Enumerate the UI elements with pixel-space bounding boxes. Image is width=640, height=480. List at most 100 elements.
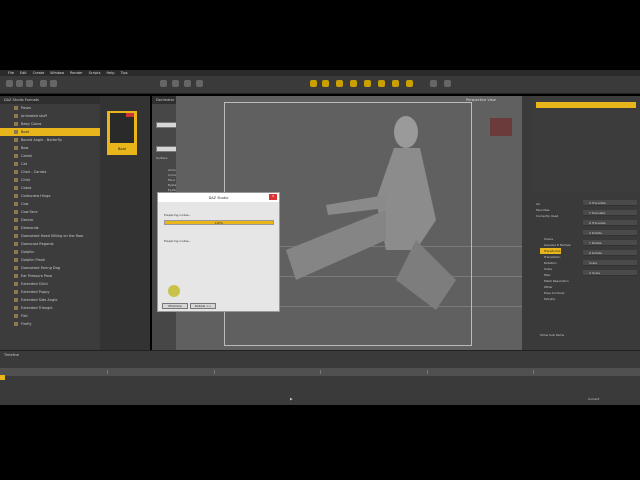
folder-icon bbox=[14, 314, 18, 318]
scale-tool-icon[interactable] bbox=[196, 80, 203, 87]
select-tool-icon[interactable] bbox=[160, 80, 167, 87]
menu-help[interactable]: Help bbox=[107, 71, 115, 75]
library-title: DAZ Studio Formats bbox=[0, 96, 100, 104]
folder-icon bbox=[14, 170, 18, 174]
library-item-label: Downcast Regards bbox=[21, 242, 54, 246]
spot-render-icon[interactable] bbox=[350, 80, 357, 87]
scene-tree-item[interactable]: Morphs bbox=[540, 296, 555, 302]
folder-icon bbox=[14, 274, 18, 278]
rotate-tool-icon[interactable] bbox=[184, 80, 191, 87]
folder-icon bbox=[14, 282, 18, 286]
new-badge bbox=[126, 113, 134, 117]
joint-tool-icon[interactable] bbox=[322, 80, 329, 87]
library-item[interactable]: Camel bbox=[0, 152, 100, 160]
folder-icon bbox=[14, 202, 18, 206]
property-label: Y Rotate bbox=[589, 240, 602, 245]
library-item[interactable]: Cow bbox=[0, 200, 100, 208]
menu-create[interactable]: Create bbox=[33, 71, 45, 75]
library-item[interactable]: Chair - Carrots bbox=[0, 168, 100, 176]
folder-icon bbox=[14, 138, 18, 142]
library-item[interactable]: Child bbox=[0, 176, 100, 184]
library-item[interactable]: Corkscrew Hinge bbox=[0, 192, 100, 200]
minimize-button[interactable]: Minimize bbox=[162, 303, 188, 309]
library-item[interactable]: Diamonds bbox=[0, 224, 100, 232]
save-icon[interactable] bbox=[26, 80, 33, 87]
library-item-label: Dancer bbox=[21, 218, 34, 222]
library-item[interactable]: Bow bbox=[0, 144, 100, 152]
library-item[interactable]: Extended Child bbox=[0, 280, 100, 288]
close-icon[interactable]: ✕ bbox=[269, 194, 277, 200]
menu-render[interactable]: Render bbox=[70, 71, 82, 75]
details-button[interactable]: Details >> bbox=[190, 303, 216, 309]
library-item[interactable]: Extended Puppy bbox=[0, 288, 100, 296]
timeline-panel: Timeline ▶ Current bbox=[0, 350, 640, 405]
property-slider[interactable]: Scale bbox=[583, 260, 637, 266]
render-icon[interactable] bbox=[336, 80, 343, 87]
library-item[interactable]: Downward Facing Dog bbox=[0, 264, 100, 272]
camera-icon[interactable] bbox=[364, 80, 371, 87]
dialog-titlebar: DAZ Studio ✕ bbox=[158, 193, 279, 202]
content-thumbnail[interactable]: Boat bbox=[107, 111, 137, 155]
progress-fill: 100% bbox=[165, 221, 273, 225]
move-tool-icon[interactable] bbox=[172, 80, 179, 87]
library-item[interactable]: Fish bbox=[0, 312, 100, 320]
menu-window[interactable]: Window bbox=[50, 71, 64, 75]
folder-icon bbox=[14, 306, 18, 310]
thumbnail-image bbox=[110, 113, 134, 143]
figure-model[interactable] bbox=[266, 110, 466, 320]
surface-header: Surface bbox=[156, 156, 168, 160]
library-item[interactable]: Cobra bbox=[0, 184, 100, 192]
library-item[interactable]: Dolphin bbox=[0, 248, 100, 256]
library-item-label: Extended Triangle bbox=[21, 306, 53, 310]
surface-icon[interactable] bbox=[444, 80, 451, 87]
library-item[interactable]: Bound Angle - Butterfly bbox=[0, 136, 100, 144]
library-item[interactable]: Poses bbox=[0, 104, 100, 112]
library-item[interactable]: Downward Head Sitting on the floor bbox=[0, 232, 100, 240]
property-slider[interactable]: X Translate bbox=[583, 200, 637, 206]
new-scene-icon[interactable] bbox=[6, 80, 13, 87]
playback-controls[interactable]: ▶ bbox=[290, 397, 293, 401]
property-slider[interactable]: X Rotate bbox=[583, 230, 637, 236]
property-slider[interactable]: Z Rotate bbox=[583, 250, 637, 256]
node-icon[interactable] bbox=[430, 80, 437, 87]
library-item[interactable]: Extended Triangle bbox=[0, 304, 100, 312]
library-item[interactable]: Downcast Regards bbox=[0, 240, 100, 248]
content-pane: Boat bbox=[100, 96, 150, 350]
scene-selected-row[interactable] bbox=[536, 102, 636, 108]
property-slider[interactable]: Y Translate bbox=[583, 210, 637, 216]
library-item[interactable]: Dolphin Plank bbox=[0, 256, 100, 264]
pose-tool-icon[interactable] bbox=[310, 80, 317, 87]
view-cube[interactable] bbox=[490, 118, 512, 136]
menu-scripts[interactable]: Scripts bbox=[89, 71, 101, 75]
property-slider[interactable]: Y Rotate bbox=[583, 240, 637, 246]
library-item-label: Ear Pressure Pose bbox=[21, 274, 53, 278]
library-item[interactable]: Cow Face bbox=[0, 208, 100, 216]
timeline-track[interactable] bbox=[0, 368, 640, 376]
undo-icon[interactable] bbox=[40, 80, 47, 87]
library-item[interactable]: Animated stuff bbox=[0, 112, 100, 120]
library-item[interactable]: Extended Side Angle bbox=[0, 296, 100, 304]
property-label: Scale bbox=[589, 260, 598, 265]
library-item[interactable]: Baby Cobra bbox=[0, 120, 100, 128]
menu-tips[interactable]: Tips bbox=[121, 71, 128, 75]
folder-icon bbox=[14, 162, 18, 166]
redo-icon[interactable] bbox=[50, 80, 57, 87]
property-slider[interactable]: X Scale bbox=[583, 270, 637, 276]
library-item[interactable]: Ear Pressure Pose bbox=[0, 272, 100, 280]
library-item[interactable]: Firefly bbox=[0, 320, 100, 328]
property-slider[interactable]: Z Translate bbox=[583, 220, 637, 226]
library-item[interactable]: Cat bbox=[0, 160, 100, 168]
playhead[interactable] bbox=[0, 375, 5, 380]
property-label: Z Rotate bbox=[589, 250, 602, 255]
texture-icon[interactable] bbox=[406, 80, 413, 87]
open-icon[interactable] bbox=[16, 80, 23, 87]
menu-file[interactable]: File bbox=[8, 71, 14, 75]
show-sub-items[interactable]: Show Sub Items bbox=[540, 333, 564, 337]
menu-edit[interactable]: Edit bbox=[20, 71, 27, 75]
library-item[interactable]: Dancer bbox=[0, 216, 100, 224]
parameter-tab[interactable]: Currently Used bbox=[536, 214, 558, 220]
library-item[interactable]: Boat bbox=[0, 128, 100, 136]
light-icon[interactable] bbox=[378, 80, 385, 87]
progress-dialog: DAZ Studio ✕ Preparing nodes... 100% Pre… bbox=[157, 192, 280, 312]
geometry-icon[interactable] bbox=[392, 80, 399, 87]
